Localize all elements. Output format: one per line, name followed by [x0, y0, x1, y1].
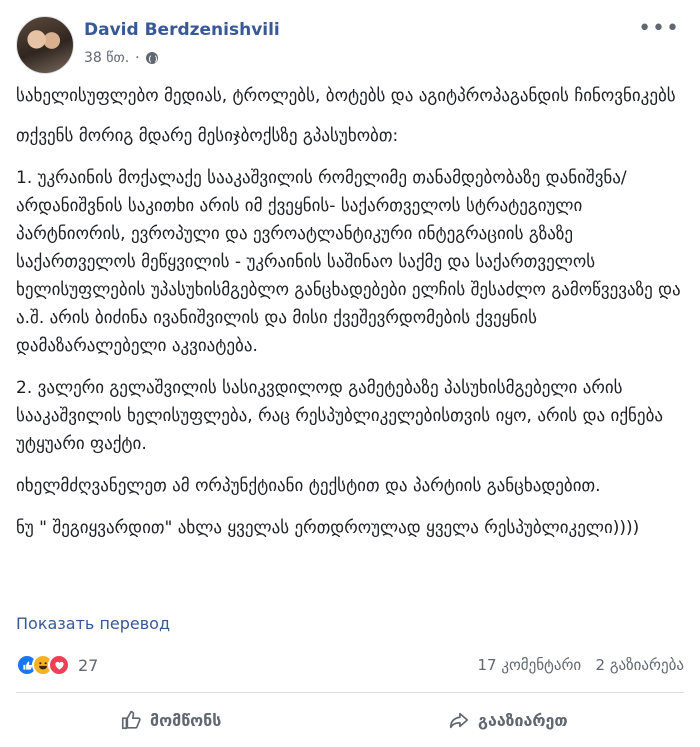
post-paragraph: 2. ვალერი გელაშვილის სასიკვდილოდ გამეტებ… — [16, 378, 663, 454]
more-options-icon[interactable]: ••• — [638, 16, 680, 41]
translate-link[interactable]: Показать перевод — [16, 614, 170, 633]
post-paragraph: იხელმძღვანელეთ ამ ორპუნქტიანი ტექსტით და… — [16, 476, 601, 496]
share-button[interactable]: გააზიარეთ — [448, 700, 568, 740]
post-paragraph: 1. უკრაინის მოქალაქე სააკაშვილის რომელიმ… — [16, 168, 681, 356]
facebook-post: David Berdzenishvili 38 წთ. · ••• სახელი… — [0, 0, 700, 747]
author-avatar[interactable] — [16, 16, 74, 74]
post-paragraph: სახელისუფლებო მედიას, ტროლებს, ბოტებს და… — [16, 86, 676, 106]
reaction-count: 27 — [78, 655, 99, 675]
thumbs-up-icon — [121, 710, 141, 730]
author-name[interactable]: David Berdzenishvili — [84, 20, 280, 40]
reactions-summary[interactable]: 27 — [16, 654, 98, 676]
divider — [16, 692, 684, 693]
post-timestamp[interactable]: 38 წთ. — [84, 50, 129, 66]
post-paragraph: თქვენს მორიგ მდარე მესიჯბოქსზე გპასუხობთ… — [16, 126, 399, 146]
shares-count[interactable]: 2 გაზიარება — [596, 656, 684, 674]
post-paragraph: ნუ " შეგიყვარდით" ახლა ყველას ერთდროულად… — [16, 518, 640, 538]
like-button-label: მომწონს — [150, 710, 222, 730]
comments-count[interactable]: 17 კომენტარი — [477, 656, 581, 674]
share-arrow-icon — [449, 712, 469, 729]
like-button[interactable]: მომწონს — [120, 700, 221, 740]
post-body: სახელისუფლებო მედიას, ტროლებს, ბოტებს და… — [16, 82, 684, 556]
post-meta: 38 წთ. · — [84, 50, 158, 66]
share-button-label: გააზიარეთ — [478, 710, 568, 730]
love-reaction-icon — [48, 654, 70, 676]
globe-icon[interactable] — [145, 52, 158, 64]
engagement-counts: 17 კომენტარი 2 გაზიარება — [477, 656, 684, 674]
